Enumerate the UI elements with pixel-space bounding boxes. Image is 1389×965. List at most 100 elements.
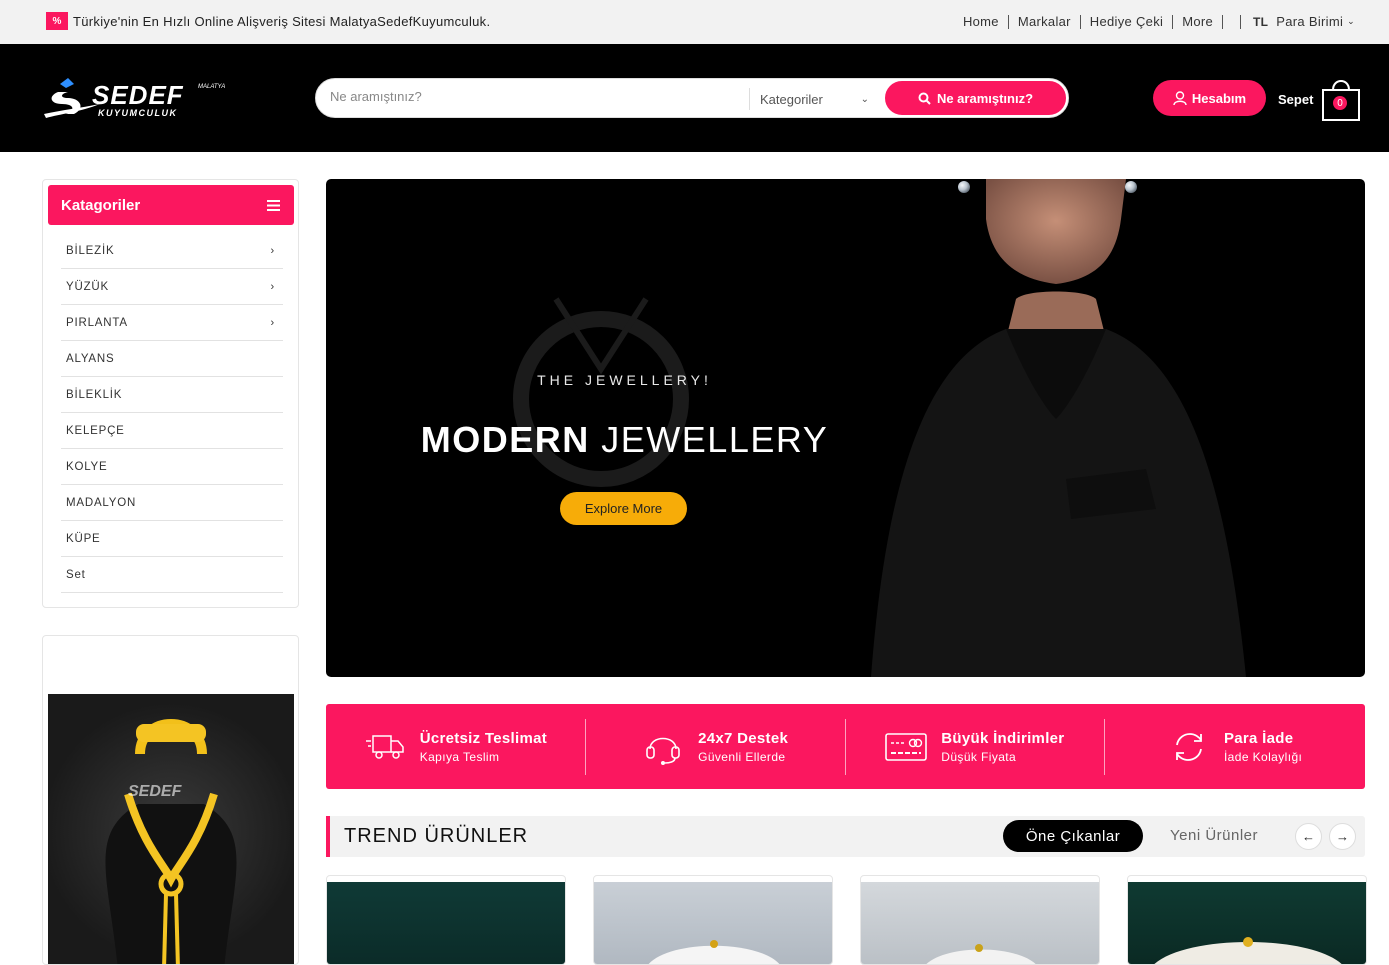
category-item-kupe[interactable]: KÜPE [61,521,283,557]
jewelry-set-image: SEDEF [48,694,294,964]
category-item-label: BİLEKLİK [66,388,123,401]
hero-title-bold: MODERN [420,419,590,460]
feature-refund: Para İade İade Kolaylığı [1105,719,1365,775]
category-item-set[interactable]: Set [61,557,283,593]
account-button[interactable]: Hesabım [1153,80,1266,116]
feature-title: Para İade [1223,729,1294,747]
currency-label: Para Birimi [1276,14,1344,29]
product-card[interactable] [860,875,1100,965]
product-image [1128,882,1366,964]
chevron-down-icon: ⌄ [1347,16,1355,26]
top-link-home[interactable]: Home [963,14,1009,29]
top-link-hediye-ceki[interactable]: Hediye Çeki [1081,14,1174,29]
user-icon [1173,90,1187,105]
feature-support: 24x7 Destek Güvenli Ellerde [586,718,846,775]
trend-title: TREND ÜRÜNLER [344,825,529,847]
feature-subtitle: Güvenli Ellerde [698,749,786,764]
feature-title: 24x7 Destek [698,729,789,747]
category-item-label: PIRLANTA [66,316,128,329]
search-button-label: Ne aramıştınız? [936,90,1034,106]
top-links: Home Markalar Hediye Çeki More TL Para B… [963,14,1355,29]
hero-title-rest: JEWELLERY [601,419,829,460]
category-header[interactable]: Katagoriler [48,185,294,225]
search-bar: Kategoriler ⌄ Ne aramıştınız? [315,78,1069,118]
tab-featured[interactable]: Öne Çıkanlar [1003,820,1143,852]
category-item-label: BİLEZİK [66,244,115,257]
cart-label[interactable]: Sepet [1278,92,1313,107]
category-select-label: Kategoriler [760,91,823,107]
svg-text:KUYUMCULUK: KUYUMCULUK [98,108,178,118]
refresh-icon [1168,726,1210,768]
search-input[interactable] [330,89,730,104]
currency-code: TL [1253,14,1269,29]
promo-message: % Türkiye'nin En Hızlı Online Alişveriş … [46,12,490,30]
site-logo[interactable]: SEDEF KUYUMCULUK MALATYA [40,74,232,124]
trend-products-header: TREND ÜRÜNLER Öne Çıkanlar Yeni Ürünler … [326,816,1365,857]
category-item-label: YÜZÜK [66,280,109,293]
svg-text:MALATYA: MALATYA [198,84,225,90]
svg-text:SEDEF: SEDEF [92,80,184,110]
category-item-label: KÜPE [66,532,101,545]
category-title: Katagoriler [61,196,141,214]
top-link-markalar[interactable]: Markalar [1009,14,1081,29]
account-label: Hesabım [1191,90,1247,106]
category-item-alyans[interactable]: ALYANS [61,341,283,377]
product-image [594,882,832,964]
feature-subtitle: Düşük Fiyata [941,749,1017,764]
truck-icon [364,726,406,768]
hero-banner: THE JEWELLERY! MODERN JEWELLERY Explore … [326,179,1365,677]
explore-more-button[interactable]: Explore More [560,492,687,525]
features-strip: Ücretsiz Teslimat Kapıya Teslim 24x7 Des… [326,704,1365,789]
search-button[interactable]: Ne aramıştınız? [884,80,1067,116]
feature-title: Büyük İndirimler [941,729,1065,747]
sidebar-promo-banner[interactable]: SEDEF [42,635,299,965]
category-item-bileklik[interactable]: BİLEKLİK [61,377,283,413]
svg-text:SEDEF: SEDEF [128,783,183,800]
headset-icon [642,726,684,768]
category-item-madalyon[interactable]: MADALYON [61,485,283,521]
category-list: BİLEZİK › YÜZÜK › PIRLANTA › ALYANS BİLEKLİ… [61,233,283,593]
prev-arrow-button[interactable]: ← [1295,823,1322,850]
tab-new-products[interactable]: Yeni Ürünler [1170,827,1258,844]
cart-count-badge: 0 [1333,96,1347,110]
category-item-bilezik[interactable]: BİLEZİK › [61,233,283,269]
category-item-yuzuk[interactable]: YÜZÜK › [61,269,283,305]
category-item-label: Set [66,568,86,581]
chevron-right-icon: › [270,244,275,257]
product-card[interactable] [1127,875,1367,965]
category-item-kelepce[interactable]: KELEPÇE [61,413,283,449]
currency-selector[interactable]: TL Para Birimi ⌄ [1253,14,1355,29]
category-item-kolye[interactable]: KOLYE [61,449,283,485]
top-link-more[interactable]: More [1173,14,1224,29]
percent-badge-icon: % [46,12,68,30]
category-sidebar: Katagoriler BİLEZİK › YÜZÜK › PIRLANTA › AL… [42,179,299,608]
product-image [327,882,565,964]
hero-tagline: THE JEWELLERY! [537,372,712,388]
chevron-down-icon: ⌄ [860,93,869,105]
card-icon [885,726,928,768]
chevron-right-icon: › [270,316,275,329]
next-arrow-button[interactable]: → [1329,823,1356,850]
category-select[interactable]: Kategoriler ⌄ [749,88,879,110]
category-item-label: KOLYE [66,460,108,473]
category-item-label: KELEPÇE [66,424,125,437]
promo-text: Türkiye'nin En Hızlı Online Alişveriş Si… [73,13,491,29]
search-icon [918,92,931,105]
trend-accent-bar [326,816,330,857]
category-item-label: ALYANS [66,352,115,365]
product-card[interactable] [593,875,833,965]
hero-title: MODERN JEWELLERY [326,419,923,461]
chevron-right-icon: › [270,280,275,293]
menu-icon [267,199,280,211]
feature-free-delivery: Ücretsiz Teslimat Kapıya Teslim [326,718,586,775]
main-header: SEDEF KUYUMCULUK MALATYA Kategoriler ⌄ N… [0,44,1389,152]
top-bar: % Türkiye'nin En Hızlı Online Alişveriş … [0,0,1389,44]
feature-title: Ücretsiz Teslimat [419,729,548,747]
top-divider [1223,14,1242,29]
product-card[interactable] [326,875,566,965]
feature-subtitle: İade Kolaylığı [1223,749,1303,764]
category-item-label: MADALYON [66,496,137,509]
product-image [861,882,1099,964]
feature-discounts: Büyük İndirimler Düşük Fiyata [846,718,1106,775]
category-item-pirlanta[interactable]: PIRLANTA › [61,305,283,341]
